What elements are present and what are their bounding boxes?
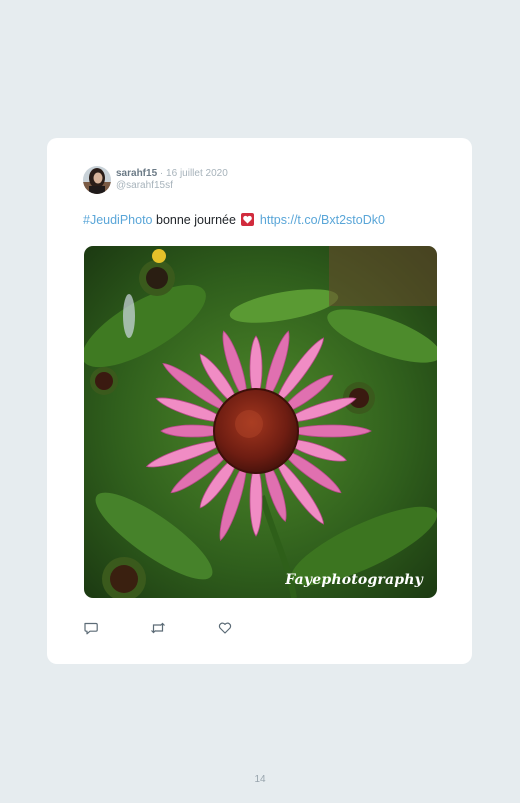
tweet-card: sarahf15 · 16 juillet 2020 @sarahf15sf #… [47, 138, 472, 664]
tweet-actions [83, 620, 283, 636]
meta-separator: · [159, 168, 164, 179]
post-meta: sarahf15 · 16 juillet 2020 @sarahf15sf [116, 168, 228, 192]
post-photo[interactable]: Fayephotography [84, 246, 437, 598]
like-icon[interactable] [217, 620, 233, 636]
page-number: 14 [254, 774, 266, 785]
hashtag-link[interactable]: #JeudiPhoto [83, 213, 153, 227]
reply-icon[interactable] [83, 620, 99, 636]
post-text: #JeudiPhoto bonne journée https://t.co/B… [83, 213, 385, 227]
avatar[interactable] [83, 166, 111, 194]
username[interactable]: sarahf15 [116, 168, 157, 179]
post-date[interactable]: 16 juillet 2020 [166, 168, 228, 179]
post-body-text: bonne journée [156, 213, 236, 227]
tweet-url-link[interactable]: https://t.co/Bxt2stoDk0 [260, 213, 385, 227]
heart-emoji-icon [241, 213, 255, 226]
retweet-icon[interactable] [150, 620, 166, 636]
user-handle[interactable]: @sarahf15sf [116, 180, 228, 192]
photo-watermark: Fayephotography [285, 572, 423, 588]
